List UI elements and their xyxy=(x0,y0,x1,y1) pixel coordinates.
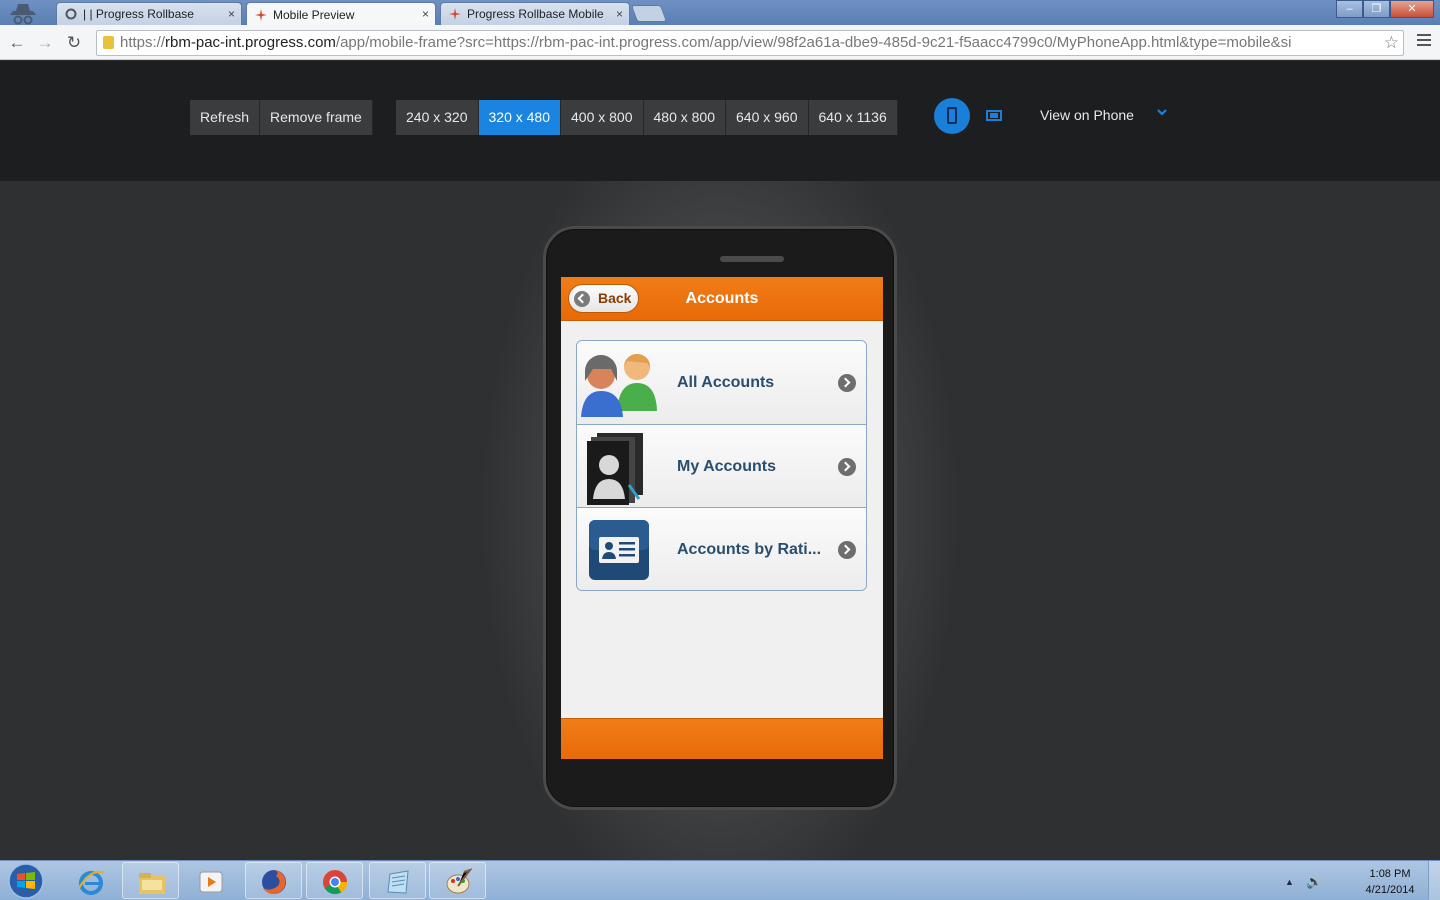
size-selector-group: 240 x 320 320 x 480 400 x 800 480 x 800 … xyxy=(396,100,898,135)
taskbar-paint[interactable] xyxy=(429,862,486,899)
phone-mode-icon[interactable] xyxy=(934,98,970,134)
list-item-label: Accounts by Rati... xyxy=(677,541,822,559)
tab-progress-rollbase[interactable]: | | Progress Rollbase × xyxy=(56,2,242,25)
accounts-list: All Accounts My Accounts Accounts by Rat… xyxy=(576,340,867,591)
rollbase-favicon-icon xyxy=(255,8,267,21)
tab-mobile-preview[interactable]: Mobile Preview × xyxy=(246,2,436,26)
chrome-icon xyxy=(323,870,347,895)
remove-frame-button[interactable]: Remove frame xyxy=(260,100,373,135)
new-tab-button[interactable] xyxy=(630,5,668,22)
size-400x800-button[interactable]: 400 x 800 xyxy=(561,100,644,135)
chevron-right-icon xyxy=(838,541,856,560)
clock-date: 4/21/2014 xyxy=(1365,884,1415,896)
app-header: Back Accounts xyxy=(561,277,883,321)
size-320x480-button[interactable]: 320 x 480 xyxy=(478,100,561,135)
notepad-icon xyxy=(387,870,409,894)
chevron-right-icon xyxy=(838,457,856,476)
taskbar-chrome[interactable] xyxy=(306,862,363,899)
close-window-button[interactable]: ✕ xyxy=(1390,0,1434,18)
maximize-button[interactable]: ❐ xyxy=(1363,0,1390,18)
preview-toolbar: Refresh Remove frame 240 x 320 320 x 480… xyxy=(0,61,1440,181)
browser-menu-icon[interactable] xyxy=(1417,34,1431,49)
url-scheme: https:// xyxy=(120,34,166,51)
list-item-label: My Accounts xyxy=(677,457,776,475)
tab-close-icon[interactable]: × xyxy=(616,7,623,21)
media-player-icon xyxy=(199,871,223,893)
taskbar-notepad[interactable] xyxy=(369,862,426,899)
view-on-phone-link[interactable]: View on Phone xyxy=(1040,107,1134,123)
tab-close-icon[interactable]: × xyxy=(228,7,235,21)
size-640x1136-button[interactable]: 640 x 1136 xyxy=(808,100,898,135)
back-nav-icon[interactable]: ← xyxy=(6,32,28,54)
minimize-button[interactable]: – xyxy=(1336,0,1363,18)
size-640x960-button[interactable]: 640 x 960 xyxy=(726,100,809,135)
show-desktop-button[interactable] xyxy=(1428,861,1440,900)
tab-label: Mobile Preview xyxy=(273,7,355,22)
tab-label: | | Progress Rollbase xyxy=(83,7,194,21)
file-explorer-icon xyxy=(139,873,165,894)
address-bar[interactable]: https://rbm-pac-int.progress.com/app/mob… xyxy=(96,30,1404,56)
tab-close-icon[interactable]: × xyxy=(422,7,429,21)
paint-icon xyxy=(446,868,472,894)
windows-start-icon[interactable] xyxy=(4,862,48,900)
user-folder-icon xyxy=(587,432,643,505)
browser-toolbar: ← → ↻ https://rbm-pac-int.progress.com/a… xyxy=(0,25,1440,60)
tray-expand-icon[interactable]: ▲ xyxy=(1285,877,1294,887)
size-240x320-button[interactable]: 240 x 320 xyxy=(396,100,479,135)
preview-stage: Back Accounts All Accounts My Accounts A… xyxy=(0,181,1440,860)
browser-tabstrip: | | Progress Rollbase × Mobile Preview ×… xyxy=(0,0,1440,26)
taskbar-firefox[interactable] xyxy=(245,862,302,899)
taskbar-media-player[interactable] xyxy=(182,862,239,899)
phone-speaker xyxy=(720,256,784,262)
list-item-label: All Accounts xyxy=(677,374,775,391)
chevron-right-icon xyxy=(838,374,856,392)
tab-label: Progress Rollbase Mobile xyxy=(467,7,604,21)
refresh-button[interactable]: Refresh xyxy=(190,100,261,135)
rollbase-favicon-icon xyxy=(449,8,461,20)
app-footer xyxy=(561,718,883,759)
incognito-icon xyxy=(10,4,36,25)
tab-rollbase-mobile[interactable]: Progress Rollbase Mobile × xyxy=(440,2,630,25)
list-item-accounts-by-rating[interactable]: Accounts by Rati... xyxy=(577,508,866,590)
reload-icon[interactable]: ↻ xyxy=(63,32,85,54)
taskbar-internet-explorer[interactable] xyxy=(62,862,119,899)
users-group-icon xyxy=(581,353,657,417)
volume-icon[interactable]: 🔊 xyxy=(1306,874,1322,890)
phone-screen: Back Accounts All Accounts My Accounts A… xyxy=(561,277,883,759)
bookmark-star-icon[interactable]: ☆ xyxy=(1384,31,1399,55)
lock-warning-icon[interactable] xyxy=(103,36,114,49)
size-480x800-button[interactable]: 480 x 800 xyxy=(643,100,726,135)
loading-icon xyxy=(65,8,77,20)
chevron-down-icon[interactable] xyxy=(1157,107,1167,117)
list-item-my-accounts[interactable]: My Accounts xyxy=(577,424,866,509)
url-host: rbm-pac-int.progress.com xyxy=(165,34,336,51)
forward-nav-icon[interactable]: → xyxy=(34,32,56,54)
tablet-mode-icon[interactable] xyxy=(986,110,1002,121)
window-controls: – ❐ ✕ xyxy=(1336,0,1434,18)
phone-frame: Back Accounts All Accounts My Accounts A… xyxy=(543,226,897,810)
list-item-all-accounts[interactable]: All Accounts xyxy=(577,341,866,425)
internet-explorer-icon xyxy=(78,871,105,895)
clock-time: 1:08 PM xyxy=(1369,868,1411,880)
id-card-icon xyxy=(589,520,649,581)
taskbar: ▲ 🔊 1:08 PM 4/21/2014 xyxy=(0,860,1440,900)
system-clock[interactable]: 1:08 PM 4/21/2014 xyxy=(1352,866,1428,898)
firefox-icon xyxy=(262,870,286,894)
page-title: Accounts xyxy=(685,290,759,307)
taskbar-file-explorer[interactable] xyxy=(122,862,179,899)
frame-actions-group: Refresh Remove frame xyxy=(190,100,373,135)
url-path: /app/mobile-frame?src=https://rbm-pac-in… xyxy=(335,34,1292,51)
